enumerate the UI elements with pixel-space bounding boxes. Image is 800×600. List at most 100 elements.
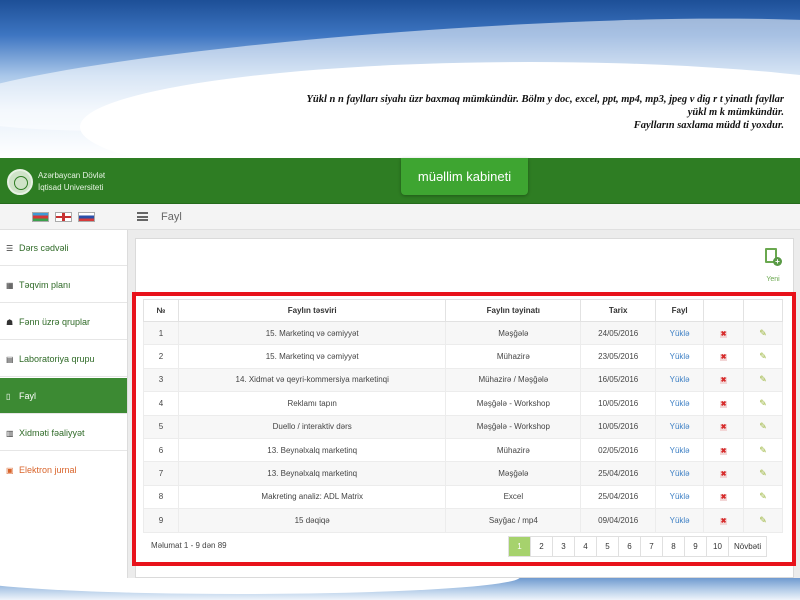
download-link[interactable]: Yüklə: [655, 344, 705, 369]
cell-number: 9: [143, 508, 179, 533]
university-name-line: Azərbaycan Dövlət: [38, 171, 106, 180]
page-button-6[interactable]: 6: [619, 537, 641, 556]
table-row: 5 Duello / interaktiv dərs Məşğələ - Wor…: [143, 414, 783, 439]
table-row: 1 15. Marketinq və cəmiyyət Məşğələ 24/0…: [143, 320, 783, 346]
table-row: 9 15 dəqiqə Sayğac / mp4 09/04/2016 Yükl…: [143, 508, 783, 533]
flag-en-icon[interactable]: [55, 212, 72, 222]
column-header-purpose[interactable]: Faylın təyinatı: [445, 299, 582, 322]
upload-notice: Yükl n n faylları siyahı üzr baxmaq mümk…: [94, 93, 784, 132]
column-header-number[interactable]: №: [143, 299, 179, 322]
page-button-8[interactable]: 8: [663, 537, 685, 556]
delete-icon[interactable]: ✖: [720, 447, 728, 455]
next-page-button[interactable]: Növbəti: [729, 537, 767, 556]
sidebar-item-calendar-plan[interactable]: ▦ Təqvim planı: [0, 267, 127, 303]
delete-icon[interactable]: ✖: [720, 424, 728, 432]
plus-icon: +: [773, 257, 782, 266]
cell-purpose: Mühazirə: [445, 344, 582, 369]
upload-notice-line: Yükl n n faylları siyahı üzr baxmaq mümk…: [306, 94, 784, 105]
hamburger-menu-icon[interactable]: [137, 212, 148, 221]
delete-icon[interactable]: ✖: [720, 400, 728, 408]
cell-number: 7: [143, 461, 179, 486]
sidebar-item-label: Laboratoriya qrupu: [19, 354, 95, 364]
new-file-button[interactable]: + Yeni: [760, 248, 786, 288]
edit-pencil-icon[interactable]: ✎: [759, 374, 767, 385]
column-header-file[interactable]: Fayl: [655, 299, 705, 322]
sidebar-item-e-journal[interactable]: ▣ Elektron jurnal: [0, 452, 127, 488]
sidebar-item-service-activity[interactable]: ▥ Xidməti fəaliyyət: [0, 415, 127, 451]
flag-ru-icon[interactable]: [78, 212, 95, 222]
list-icon: ☰: [6, 244, 14, 253]
university-logo-icon[interactable]: [7, 169, 33, 195]
cell-edit: ✎: [743, 414, 783, 439]
download-link[interactable]: Yüklə: [655, 414, 705, 439]
sidebar-item-label: Xidməti fəaliyyət: [19, 428, 85, 438]
delete-icon[interactable]: ✖: [720, 471, 728, 479]
delete-icon[interactable]: ✖: [720, 377, 728, 385]
files-table: № Faylın təsviri Faylın təyinatı Tarix F…: [143, 299, 783, 533]
page-button-4[interactable]: 4: [575, 537, 597, 556]
download-link[interactable]: Yüklə: [655, 320, 705, 346]
edit-pencil-icon[interactable]: ✎: [759, 491, 767, 502]
edit-pencil-icon[interactable]: ✎: [759, 421, 767, 432]
cell-number: 2: [143, 344, 179, 369]
group-icon: ☗: [6, 318, 14, 327]
edit-pencil-icon[interactable]: ✎: [759, 515, 767, 526]
upload-notice-line: Faylların saxlama müdd ti yoxdur.: [633, 120, 784, 131]
download-link[interactable]: Yüklə: [655, 367, 705, 393]
delete-icon[interactable]: ✖: [720, 517, 728, 525]
table-row: 2 15. Marketinq və cəmiyyət Mühazirə 23/…: [143, 344, 783, 369]
delete-icon[interactable]: ✖: [720, 330, 728, 338]
download-link[interactable]: Yüklə: [655, 508, 705, 533]
column-header-date[interactable]: Tarix: [580, 299, 657, 322]
cell-description: Makreting analiz: ADL Matrix: [177, 484, 447, 510]
bottom-decoration: [0, 578, 800, 600]
cell-date: 25/04/2016: [580, 461, 657, 486]
cell-number: 1: [143, 320, 179, 346]
cell-description: 13. Beynəlxalq marketinq: [177, 461, 447, 486]
cell-number: 6: [143, 437, 179, 463]
page-button-7[interactable]: 7: [641, 537, 663, 556]
sidebar-item-schedule[interactable]: ☰ Dərs cədvəli: [0, 230, 127, 266]
cell-delete: ✖: [703, 461, 745, 486]
column-header-edit: [743, 299, 783, 322]
download-link[interactable]: Yüklə: [655, 461, 705, 486]
sidebar-item-lab-group[interactable]: ▤ Laboratoriya qrupu: [0, 341, 127, 377]
download-link[interactable]: Yüklə: [655, 437, 705, 463]
cell-edit: ✎: [743, 344, 783, 369]
edit-pencil-icon[interactable]: ✎: [759, 398, 767, 409]
edit-pencil-icon[interactable]: ✎: [759, 351, 767, 362]
page-button-10[interactable]: 10: [707, 537, 729, 556]
page-button-5[interactable]: 5: [597, 537, 619, 556]
teacher-cabinet-button[interactable]: müəllim kabineti: [401, 158, 528, 195]
table-row: 7 13. Beynəlxalq marketinq Məşğələ 25/04…: [143, 461, 783, 486]
download-link[interactable]: Yüklə: [655, 391, 705, 416]
page-button-1[interactable]: 1: [509, 537, 531, 556]
download-link[interactable]: Yüklə: [655, 484, 705, 510]
cell-edit: ✎: [743, 484, 783, 510]
cell-date: 10/05/2016: [580, 414, 657, 439]
edit-pencil-icon[interactable]: ✎: [759, 468, 767, 479]
delete-icon[interactable]: ✖: [720, 494, 728, 502]
pagination-info: Məlumat 1 - 9 dən 89: [151, 541, 227, 550]
cell-number: 5: [143, 414, 179, 439]
cell-delete: ✖: [703, 344, 745, 369]
sidebar-item-label: Fənn üzrə qruplar: [19, 317, 91, 327]
cell-edit: ✎: [743, 437, 783, 463]
column-header-description[interactable]: Faylın təsviri: [177, 299, 447, 322]
cell-edit: ✎: [743, 461, 783, 486]
page-button-2[interactable]: 2: [531, 537, 553, 556]
sidebar-item-subject-groups[interactable]: ☗ Fənn üzrə qruplar: [0, 304, 127, 340]
page-button-3[interactable]: 3: [553, 537, 575, 556]
flag-az-icon[interactable]: [32, 212, 49, 222]
table-header-row: № Faylın təsviri Faylın təyinatı Tarix F…: [143, 299, 783, 322]
edit-pencil-icon[interactable]: ✎: [759, 328, 767, 339]
edit-pencil-icon[interactable]: ✎: [759, 445, 767, 456]
sidebar-item-files[interactable]: ▯ Fayl: [0, 378, 127, 414]
cell-number: 8: [143, 484, 179, 510]
cell-date: 10/05/2016: [580, 391, 657, 416]
cell-description: 15 dəqiqə: [177, 508, 447, 533]
cell-description: Reklamı tapın: [177, 391, 447, 416]
delete-icon[interactable]: ✖: [720, 354, 728, 362]
page-button-9[interactable]: 9: [685, 537, 707, 556]
cell-description: 14. Xidmət və qeyri-kommersiya marketinq…: [177, 367, 447, 393]
